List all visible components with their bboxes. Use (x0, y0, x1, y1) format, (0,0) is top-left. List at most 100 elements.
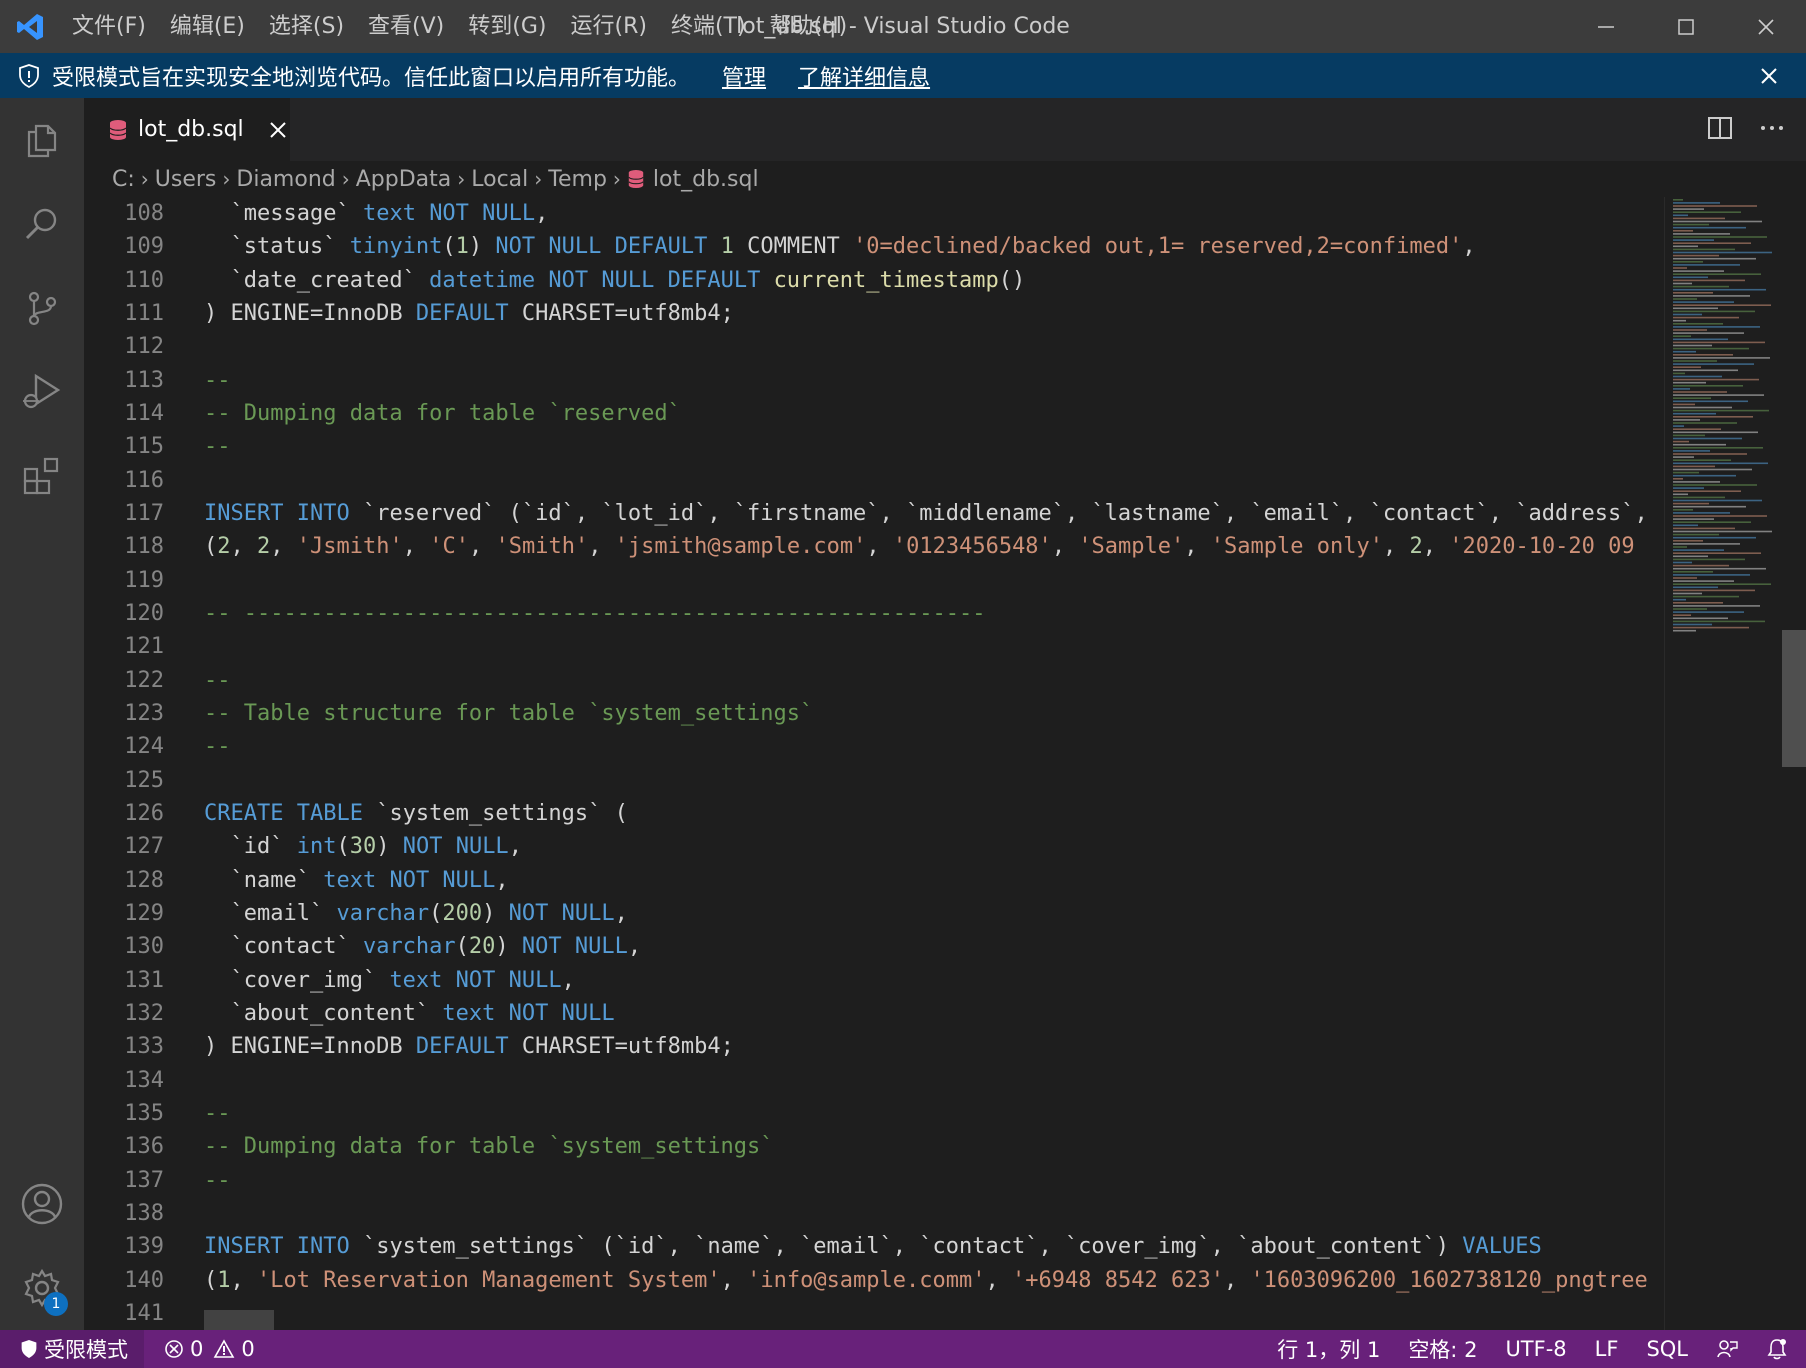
source-control-button[interactable] (0, 266, 84, 350)
code-editor[interactable]: 108 109 110 111 112 113 114 115 116 117 118 119 120 1… (84, 197, 1664, 1330)
minimize-icon (1598, 25, 1614, 28)
code-token: COMMENT (733, 234, 854, 260)
horizontal-scrollbar-thumb[interactable] (204, 1310, 274, 1330)
extensions-button[interactable] (0, 434, 84, 518)
maximize-button[interactable] (1646, 0, 1726, 53)
code-token: text (389, 967, 443, 993)
tab-label: lot_db.sql (138, 117, 244, 142)
minimap-line (1673, 329, 1707, 331)
feedback-button[interactable] (1702, 1338, 1752, 1360)
code-token: 'jsmith@sample.com' (614, 534, 867, 560)
menu-item-7[interactable]: 帮助(H) (758, 0, 860, 53)
minimize-button[interactable] (1566, 0, 1646, 53)
menu-item-3[interactable]: 查看(V) (356, 0, 456, 53)
more-icon (1761, 126, 1783, 130)
minimap[interactable] (1664, 197, 1790, 1330)
minimap-line (1673, 403, 1695, 406)
line-number: 140 (124, 1267, 164, 1293)
cursor-position[interactable]: 行 1，列 1 (1263, 1334, 1394, 1364)
breadcrumb-item[interactable]: Diamond (236, 167, 335, 192)
menu-item-2[interactable]: 选择(S) (257, 0, 356, 53)
explorer-button[interactable] (0, 98, 84, 182)
close-icon (1761, 68, 1777, 84)
code-token: () (998, 267, 1026, 293)
code-token: NOT NULL (389, 867, 496, 893)
code-token: INSERT INTO (204, 500, 350, 526)
minimap-line (1673, 394, 1764, 396)
code-token: NOT NULL (508, 1000, 615, 1026)
minimap-line (1673, 338, 1728, 341)
language-mode[interactable]: SQL (1632, 1337, 1702, 1361)
minimap-line (1673, 406, 1732, 409)
manage-link[interactable]: 管理 (722, 60, 766, 92)
code-token: , (627, 934, 642, 960)
line-number: 119 (124, 567, 164, 593)
line-number: 141 (124, 1300, 164, 1326)
tab-bar: lot_db.sql (84, 98, 1806, 161)
run-debug-button[interactable] (0, 350, 84, 434)
minimap-line (1673, 555, 1708, 558)
restricted-mode-status[interactable]: 受限模式 (0, 1330, 144, 1368)
breadcrumb-item[interactable]: C: (112, 167, 135, 192)
minimap-line (1673, 546, 1687, 548)
notifications-button[interactable] (1752, 1338, 1806, 1360)
line-number: 124 (124, 734, 164, 760)
breadcrumb-item[interactable]: lot_db.sql (653, 167, 759, 192)
minimap-line (1673, 385, 1743, 387)
minimap-line (1673, 431, 1758, 434)
breadcrumb-item[interactable]: Users (155, 167, 217, 192)
tab-close-button[interactable] (266, 116, 290, 144)
line-number: 135 (124, 1100, 164, 1126)
scrollbar-thumb[interactable] (1782, 630, 1806, 767)
indentation[interactable]: 空格: 2 (1394, 1334, 1491, 1364)
minimap-line (1673, 236, 1767, 238)
restricted-mode-banner: 受限模式旨在实现安全地浏览代码。信任此窗口以启用所有功能。 管理 了解详细信息 (0, 53, 1806, 98)
activity-bar: 1 (0, 98, 84, 1330)
code-line: INSERT INTO `reserved` (`id`, `lot_id`, … (204, 497, 1664, 530)
menu-item-6[interactable]: 终端(T) (659, 0, 758, 53)
menu-item-4[interactable]: 转到(G) (456, 0, 558, 53)
minimap-line (1673, 326, 1760, 328)
line-number: 112 (124, 334, 164, 360)
code-token: , (230, 1267, 257, 1293)
minimap-line (1673, 595, 1739, 598)
code-token: ( (455, 934, 469, 960)
code-content[interactable]: `message` text NOT NULL, `status` tinyin… (204, 197, 1664, 1330)
split-editor-button[interactable] (1706, 114, 1734, 146)
status-bar: 受限模式 0 0 行 1，列 1 空格: 2 UTF-8 LF SQL (0, 1330, 1806, 1368)
tab-lot-db-sql[interactable]: lot_db.sql (84, 98, 290, 161)
end-of-line[interactable]: LF (1581, 1337, 1633, 1361)
minimap-line (1673, 518, 1714, 520)
minimap-line (1673, 614, 1691, 616)
encoding[interactable]: UTF-8 (1491, 1337, 1580, 1361)
breadcrumb-item[interactable]: AppData (356, 167, 452, 192)
breadcrumb-item[interactable]: Local (471, 167, 528, 192)
close-window-button[interactable] (1726, 0, 1806, 53)
problems-status[interactable]: 0 0 (164, 1337, 255, 1361)
minimap-line (1673, 416, 1753, 418)
code-line: `email` varchar(200) NOT NULL, (204, 897, 1664, 930)
minimap-line (1673, 527, 1735, 530)
code-line: `cover_img` text NOT NULL, (204, 964, 1664, 997)
search-button[interactable] (0, 182, 84, 266)
more-actions-button[interactable] (1758, 114, 1786, 146)
vertical-scrollbar[interactable] (1782, 197, 1806, 1330)
code-token: , (1051, 534, 1079, 560)
code-line: -- (204, 664, 1664, 697)
minimap-line (1673, 468, 1752, 471)
code-token: `system_settings` ( (362, 800, 628, 826)
manage-settings-button[interactable]: 1 (0, 1246, 84, 1330)
code-token: CHARSET=utf8mb4; (508, 1034, 734, 1060)
banner-close-button[interactable] (1754, 61, 1784, 91)
breadcrumb-item[interactable]: Temp (548, 167, 607, 192)
learn-more-link[interactable]: 了解详细信息 (798, 60, 930, 92)
code-line: ) ENGINE=InnoDB DEFAULT CHARSET=utf8mb4; (204, 1030, 1664, 1063)
minimap-line (1673, 323, 1723, 325)
menu-item-0[interactable]: 文件(F) (60, 0, 158, 53)
accounts-button[interactable] (0, 1162, 84, 1246)
minimap-line (1673, 264, 1740, 266)
menu-item-1[interactable]: 编辑(E) (158, 0, 257, 53)
menu-item-5[interactable]: 运行(R) (558, 0, 658, 53)
